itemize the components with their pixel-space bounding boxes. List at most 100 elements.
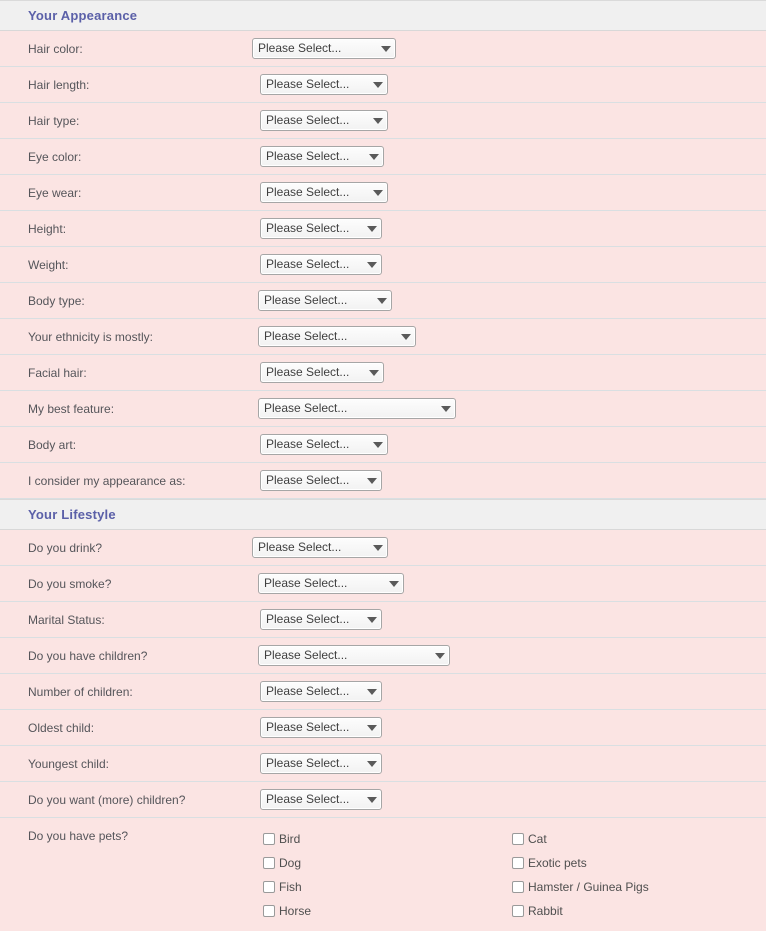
chevron-down-icon[interactable]	[437, 405, 455, 412]
chevron-down-icon[interactable]	[363, 688, 381, 695]
chevron-down-icon[interactable]	[431, 652, 449, 659]
chevron-down-icon[interactable]	[363, 724, 381, 731]
field-label: Youngest child:	[28, 756, 109, 771]
field-label: Weight:	[28, 257, 69, 272]
chevron-down-icon[interactable]	[397, 333, 415, 340]
select-do-you-want-more-children[interactable]: Please Select...	[260, 789, 382, 810]
checkbox-icon[interactable]	[263, 833, 275, 845]
chevron-down-icon[interactable]	[363, 760, 381, 767]
section-title: Your Appearance	[28, 8, 138, 23]
field-label: Eye color:	[28, 149, 82, 164]
select-eye-color[interactable]: Please Select...	[260, 146, 384, 167]
checkbox-label: Rabbit	[528, 904, 563, 918]
pets-checkbox-grid: Bird Dog Fish Horse Cat Exotic pets Hamster / …	[252, 827, 766, 923]
select-weight[interactable]: Please Select...	[260, 254, 382, 275]
select-body-art[interactable]: Please Select...	[260, 434, 388, 455]
select-i-consider-my-appearance-as[interactable]: Please Select...	[260, 470, 382, 491]
field-control: Please Select...	[252, 717, 766, 738]
field-control: Please Select...	[252, 362, 766, 383]
chevron-down-icon[interactable]	[373, 297, 391, 304]
select-value: Please Select...	[264, 648, 348, 662]
field-label: My best feature:	[28, 401, 115, 416]
form-row-height: Height: Please Select...	[0, 211, 766, 247]
select-hair-type[interactable]: Please Select...	[260, 110, 388, 131]
chevron-down-icon[interactable]	[369, 117, 387, 124]
checkbox-label: Horse	[279, 904, 312, 918]
checkbox-icon[interactable]	[512, 905, 524, 917]
select-eye-wear[interactable]: Please Select...	[260, 182, 388, 203]
select-value: Please Select...	[266, 473, 350, 487]
checkbox-item-hamster-guinea-pigs[interactable]: Hamster / Guinea Pigs	[512, 875, 766, 899]
section-title: Your Lifestyle	[28, 507, 116, 522]
checkbox-item-exotic-pets[interactable]: Exotic pets	[512, 851, 766, 875]
chevron-down-icon[interactable]	[369, 189, 387, 196]
section-header-your-lifestyle: Your Lifestyle	[0, 499, 766, 530]
field-label: Number of children:	[28, 684, 133, 699]
select-body-type[interactable]: Please Select...	[258, 290, 392, 311]
chevron-down-icon[interactable]	[365, 369, 383, 376]
field-label: Do you have pets?	[28, 829, 129, 843]
chevron-down-icon[interactable]	[365, 153, 383, 160]
form-row-body-art: Body art: Please Select...	[0, 427, 766, 463]
checkbox-item-fish[interactable]: Fish	[263, 875, 501, 899]
select-value: Please Select...	[266, 257, 350, 271]
chevron-down-icon[interactable]	[369, 544, 387, 551]
select-value: Please Select...	[258, 540, 342, 554]
checkbox-column: Bird Dog Fish Horse	[252, 827, 501, 923]
chevron-down-icon[interactable]	[385, 580, 403, 587]
field-control: Please Select...	[252, 789, 766, 810]
checkbox-item-dog[interactable]: Dog	[263, 851, 501, 875]
checkbox-icon[interactable]	[263, 905, 275, 917]
field-control: Please Select...	[252, 645, 766, 666]
select-hair-color[interactable]: Please Select...	[252, 38, 396, 59]
checkbox-icon[interactable]	[512, 857, 524, 869]
select-youngest-child[interactable]: Please Select...	[260, 753, 382, 774]
checkbox-column: Cat Exotic pets Hamster / Guinea Pigs Rabbi…	[501, 827, 766, 923]
field-control: Please Select...	[252, 110, 766, 131]
checkbox-icon[interactable]	[512, 881, 524, 893]
select-value: Please Select...	[266, 612, 350, 626]
form-row-i-consider-my-appearance-as: I consider my appearance as: Please Selec…	[0, 463, 766, 499]
chevron-down-icon[interactable]	[363, 616, 381, 623]
select-marital-status[interactable]: Please Select...	[260, 609, 382, 630]
form-row-hair-type: Hair type: Please Select...	[0, 103, 766, 139]
form-row-body-type: Body type: Please Select...	[0, 283, 766, 319]
select-do-you-drink[interactable]: Please Select...	[252, 537, 388, 558]
select-do-you-have-children[interactable]: Please Select...	[258, 645, 450, 666]
chevron-down-icon[interactable]	[363, 225, 381, 232]
select-your-ethnicity-is-mostly[interactable]: Please Select...	[258, 326, 416, 347]
select-value: Please Select...	[266, 221, 350, 235]
select-do-you-smoke[interactable]: Please Select...	[258, 573, 404, 594]
select-number-of-children[interactable]: Please Select...	[260, 681, 382, 702]
field-control: Please Select...	[252, 434, 766, 455]
select-value: Please Select...	[264, 576, 348, 590]
select-height[interactable]: Please Select...	[260, 218, 382, 239]
checkbox-item-bird[interactable]: Bird	[263, 827, 501, 851]
field-label: Do you want (more) children?	[28, 792, 186, 807]
form-row-do-you-drink: Do you drink? Please Select...	[0, 530, 766, 566]
field-label: Hair color:	[28, 41, 83, 56]
form-row-do-you-have-pets: Do you have pets? Bird Dog Fish Horse Cat Exot…	[0, 818, 766, 931]
chevron-down-icon[interactable]	[369, 441, 387, 448]
chevron-down-icon[interactable]	[363, 261, 381, 268]
chevron-down-icon[interactable]	[363, 477, 381, 484]
chevron-down-icon[interactable]	[363, 796, 381, 803]
checkbox-icon[interactable]	[263, 881, 275, 893]
checkbox-item-rabbit[interactable]: Rabbit	[512, 899, 766, 923]
form-row-eye-color: Eye color: Please Select...	[0, 139, 766, 175]
checkbox-label: Dog	[279, 856, 302, 870]
select-hair-length[interactable]: Please Select...	[260, 74, 388, 95]
chevron-down-icon[interactable]	[377, 45, 395, 52]
select-my-best-feature[interactable]: Please Select...	[258, 398, 456, 419]
field-label: Hair type:	[28, 113, 80, 128]
chevron-down-icon[interactable]	[369, 81, 387, 88]
checkbox-item-cat[interactable]: Cat	[512, 827, 766, 851]
select-facial-hair[interactable]: Please Select...	[260, 362, 384, 383]
checkbox-item-horse[interactable]: Horse	[263, 899, 501, 923]
field-control: Please Select...	[252, 182, 766, 203]
checkbox-icon[interactable]	[263, 857, 275, 869]
checkbox-icon[interactable]	[512, 833, 524, 845]
select-value: Please Select...	[264, 293, 348, 307]
field-label: I consider my appearance as:	[28, 473, 186, 488]
select-oldest-child[interactable]: Please Select...	[260, 717, 382, 738]
